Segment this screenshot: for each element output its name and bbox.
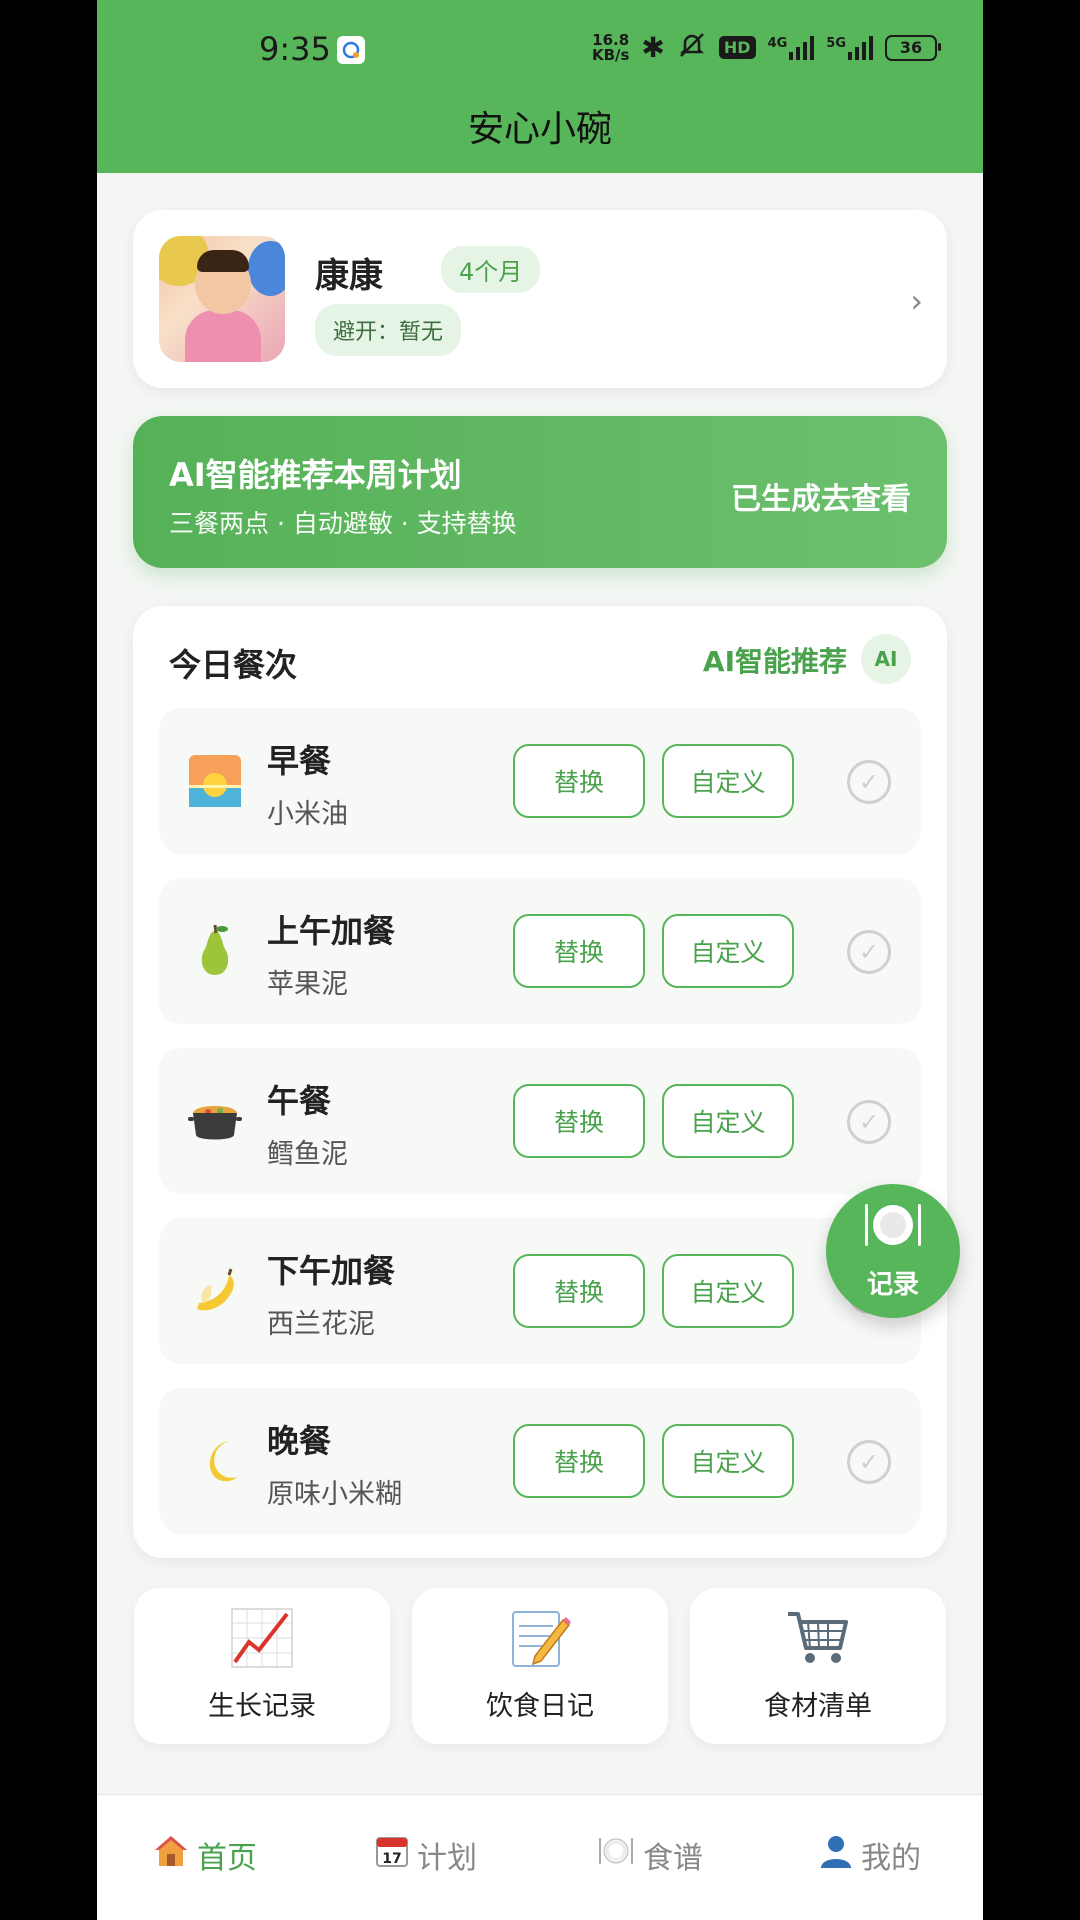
moon-icon	[187, 1433, 243, 1489]
meal-row-dinner: 晚餐 原味小米糊 替换 自定义 ✓	[159, 1388, 921, 1534]
plate-icon	[597, 1835, 635, 1876]
memo-icon	[412, 1608, 668, 1682]
chevron-right-icon: ›	[910, 282, 923, 320]
meal-food: 原味小米糊	[267, 1479, 402, 1510]
meal-food: 鳕鱼泥	[267, 1139, 348, 1170]
meals-title: 今日餐次	[169, 646, 298, 684]
meal-name: 午餐	[267, 1082, 332, 1120]
ai-badge[interactable]: AI	[861, 634, 911, 684]
nav-mine[interactable]: 我的	[819, 1833, 921, 1877]
age-badge: 4个月	[441, 246, 541, 293]
sunrise-icon	[187, 753, 243, 809]
customize-button[interactable]: 自定义	[662, 744, 794, 818]
customize-button[interactable]: 自定义	[662, 914, 794, 988]
banana-icon	[187, 1263, 243, 1319]
replace-button[interactable]: 替换	[513, 1424, 645, 1498]
person-icon	[819, 1834, 853, 1877]
check-icon[interactable]: ✓	[847, 1100, 891, 1144]
check-icon[interactable]: ✓	[847, 760, 891, 804]
diet-diary-button[interactable]: 饮食日记	[412, 1588, 668, 1744]
hd-badge: HD	[718, 36, 756, 59]
nav-label: 食谱	[643, 1841, 703, 1876]
ai-banner-subtitle: 三餐两点 · 自动避敏 · 支持替换	[169, 509, 517, 538]
baby-profile-card[interactable]: 康康 4个月 避开：暂无 ›	[133, 210, 947, 388]
meal-food: 苹果泥	[267, 969, 348, 1000]
status-bar: 9:35 16.8 KB/s ✱ HD 4G 5G 36	[97, 0, 983, 100]
check-icon[interactable]: ✓	[847, 930, 891, 974]
chart-icon	[134, 1608, 390, 1682]
record-fab-button[interactable]: 记录	[826, 1184, 960, 1318]
home-icon	[153, 1834, 189, 1877]
bottom-nav: 首页 17 计划 食谱 我的	[97, 1794, 983, 1920]
replace-button[interactable]: 替换	[513, 744, 645, 818]
meal-food: 小米油	[267, 799, 348, 830]
battery-icon: 36	[885, 34, 941, 61]
meal-row-morning-snack: 上午加餐 苹果泥 替换 自定义 ✓	[159, 878, 921, 1024]
page-title: 安心小碗	[467, 109, 612, 150]
baby-name: 康康	[315, 256, 383, 296]
today-meals-card: 今日餐次 AI智能推荐 AI 早餐 小米油 替换 自定义 ✓ 上午加餐 苹果泥 …	[133, 606, 947, 1558]
calendar-icon: 17	[375, 1834, 409, 1877]
quick-label: 饮食日记	[486, 1691, 594, 1722]
customize-button[interactable]: 自定义	[662, 1424, 794, 1498]
chat-app-icon	[337, 36, 365, 64]
nav-plan[interactable]: 17 计划	[375, 1833, 477, 1877]
nav-recipes[interactable]: 食谱	[597, 1833, 703, 1877]
record-label: 记录	[866, 1270, 919, 1300]
app-screen: 9:35 16.8 KB/s ✱ HD 4G 5G 36 安心小碗 康康 4个月…	[97, 0, 983, 1920]
quick-label: 生长记录	[208, 1691, 316, 1722]
ai-recommend-link[interactable]: AI智能推荐	[703, 640, 847, 680]
replace-button[interactable]: 替换	[513, 914, 645, 988]
ingredient-list-button[interactable]: 食材清单	[690, 1588, 946, 1744]
cart-icon	[690, 1608, 946, 1682]
customize-button[interactable]: 自定义	[662, 1084, 794, 1158]
meal-name: 上午加餐	[267, 912, 396, 950]
meal-row-afternoon-snack: 下午加餐 西兰花泥 替换 自定义 ✓	[159, 1218, 921, 1364]
signal-5g: 5G	[826, 35, 873, 60]
view-plan-link[interactable]: 已生成去查看	[731, 474, 911, 518]
meal-row-lunch: 午餐 鳕鱼泥 替换 自定义 ✓	[159, 1048, 921, 1194]
nav-home[interactable]: 首页	[153, 1833, 257, 1877]
quick-label: 食材清单	[764, 1691, 872, 1722]
customize-button[interactable]: 自定义	[662, 1254, 794, 1328]
pot-icon	[187, 1093, 243, 1149]
baby-avatar	[159, 236, 285, 362]
meal-name: 下午加餐	[267, 1252, 396, 1290]
status-right: 16.8 KB/s ✱ HD 4G 5G 36	[591, 30, 941, 65]
bluetooth-icon: ✱	[641, 30, 665, 64]
signal-4g: 4G	[768, 35, 815, 60]
replace-button[interactable]: 替换	[513, 1084, 645, 1158]
network-speed: 16.8 KB/s	[591, 30, 630, 64]
meal-name: 晚餐	[267, 1422, 332, 1460]
plate-icon	[826, 1200, 960, 1261]
ai-banner-title: AI智能推荐本周计划	[169, 456, 462, 494]
nav-label: 首页	[197, 1841, 257, 1876]
ai-weekly-plan-banner[interactable]: AI智能推荐本周计划 三餐两点 · 自动避敏 · 支持替换 已生成去查看	[133, 416, 947, 568]
header: 9:35 16.8 KB/s ✱ HD 4G 5G 36 安心小碗	[97, 0, 983, 173]
meal-name: 早餐	[267, 742, 332, 780]
growth-record-button[interactable]: 生长记录	[134, 1588, 390, 1744]
mute-bell-icon	[677, 30, 707, 65]
meal-row-breakfast: 早餐 小米油 替换 自定义 ✓	[159, 708, 921, 854]
svg-text:17: 17	[382, 1851, 401, 1867]
allergy-avoid-badge: 避开：暂无	[315, 304, 462, 356]
nav-label: 计划	[417, 1841, 477, 1876]
check-icon[interactable]: ✓	[847, 1440, 891, 1484]
replace-button[interactable]: 替换	[513, 1254, 645, 1328]
status-time: 9:35	[259, 30, 331, 68]
pear-icon	[187, 923, 243, 979]
nav-label: 我的	[861, 1841, 921, 1876]
meal-food: 西兰花泥	[267, 1309, 375, 1340]
